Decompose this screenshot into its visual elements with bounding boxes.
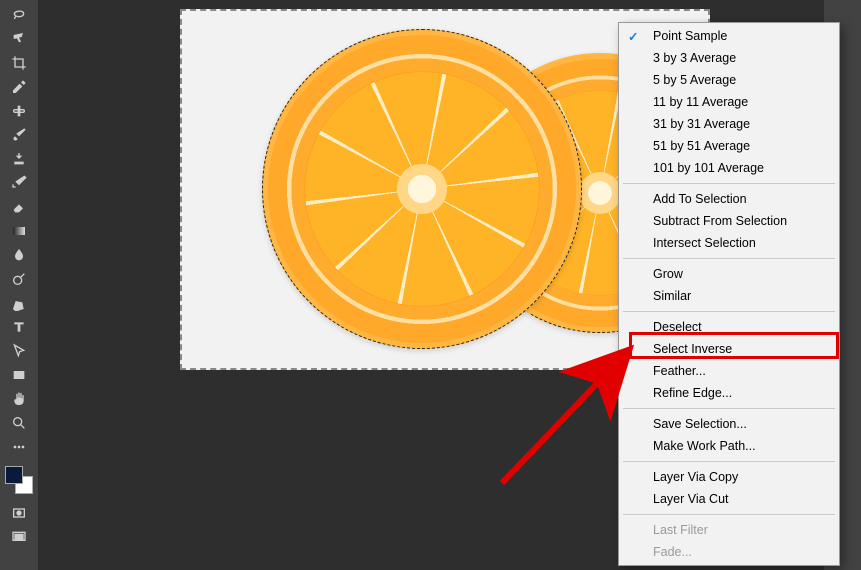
menu-item-label: Similar — [653, 289, 691, 303]
menu-item-label: Save Selection... — [653, 417, 747, 431]
zoom-tool-icon[interactable] — [5, 412, 33, 434]
dodge-tool-icon[interactable] — [5, 268, 33, 290]
menu-item-label: Last Filter — [653, 523, 708, 537]
menu-item-31-by-31-average[interactable]: 31 by 31 Average — [619, 113, 839, 135]
menu-item-add-to-selection[interactable]: Add To Selection — [619, 188, 839, 210]
menu-item-label: Layer Via Copy — [653, 470, 738, 484]
menu-item-51-by-51-average[interactable]: 51 by 51 Average — [619, 135, 839, 157]
screen-mode-icon[interactable] — [5, 526, 33, 548]
menu-item-11-by-11-average[interactable]: 11 by 11 Average — [619, 91, 839, 113]
menu-item-save-selection[interactable]: Save Selection... — [619, 413, 839, 435]
eraser-tool-icon[interactable] — [5, 196, 33, 218]
crop-tool-icon[interactable] — [5, 52, 33, 74]
menu-item-make-work-path[interactable]: Make Work Path... — [619, 435, 839, 457]
eyedropper-tool-icon[interactable] — [5, 76, 33, 98]
foreground-color-swatch[interactable] — [5, 466, 23, 484]
hand-tool-icon[interactable] — [5, 388, 33, 410]
menu-separator — [623, 514, 835, 515]
menu-item-label: 31 by 31 Average — [653, 117, 750, 131]
menu-item-label: Feather... — [653, 364, 706, 378]
menu-item-layer-via-copy[interactable]: Layer Via Copy — [619, 466, 839, 488]
blur-tool-icon[interactable] — [5, 244, 33, 266]
menu-item-label: Make Work Path... — [653, 439, 756, 453]
menu-item-label: 5 by 5 Average — [653, 73, 736, 87]
menu-item-select-inverse[interactable]: Select Inverse — [619, 338, 839, 360]
menu-item-deselect[interactable]: Deselect — [619, 316, 839, 338]
menu-item-label: 3 by 3 Average — [653, 51, 736, 65]
edit-toolbar-icon[interactable] — [5, 436, 33, 458]
menu-separator — [623, 183, 835, 184]
lasso-tool-icon[interactable] — [5, 4, 33, 26]
spot-healing-tool-icon[interactable] — [5, 100, 33, 122]
brush-tool-icon[interactable] — [5, 124, 33, 146]
menu-item-label: Grow — [653, 267, 683, 281]
menu-item-5-by-5-average[interactable]: 5 by 5 Average — [619, 69, 839, 91]
quick-selection-tool-icon[interactable] — [5, 28, 33, 50]
menu-separator — [623, 461, 835, 462]
toolbar[interactable] — [0, 0, 38, 570]
menu-item-refine-edge[interactable]: Refine Edge... — [619, 382, 839, 404]
menu-separator — [623, 408, 835, 409]
path-selection-tool-icon[interactable] — [5, 340, 33, 362]
menu-item-grow[interactable]: Grow — [619, 263, 839, 285]
menu-item-label: Deselect — [653, 320, 702, 334]
menu-item-label: Add To Selection — [653, 192, 747, 206]
menu-item-label: 11 by 11 Average — [653, 95, 748, 109]
menu-item-label: 51 by 51 Average — [653, 139, 750, 153]
menu-item-label: Layer Via Cut — [653, 492, 729, 506]
menu-separator — [623, 258, 835, 259]
menu-item-label: Subtract From Selection — [653, 214, 787, 228]
menu-item-label: 101 by 101 Average — [653, 161, 764, 175]
context-menu[interactable]: Point Sample 3 by 3 Average 5 by 5 Average… — [618, 22, 840, 566]
menu-item-last-filter: Last Filter — [619, 519, 839, 541]
menu-item-101-by-101-average[interactable]: 101 by 101 Average — [619, 157, 839, 179]
menu-item-label: Fade... — [653, 545, 692, 559]
gradient-tool-icon[interactable] — [5, 220, 33, 242]
history-brush-tool-icon[interactable] — [5, 172, 33, 194]
menu-separator — [623, 311, 835, 312]
menu-item-point-sample[interactable]: Point Sample — [619, 25, 839, 47]
menu-item-intersect-selection[interactable]: Intersect Selection — [619, 232, 839, 254]
menu-item-label: Point Sample — [653, 29, 727, 43]
menu-item-feather[interactable]: Feather... — [619, 360, 839, 382]
menu-item-3-by-3-average[interactable]: 3 by 3 Average — [619, 47, 839, 69]
rectangle-tool-icon[interactable] — [5, 364, 33, 386]
menu-item-label: Select Inverse — [653, 342, 732, 356]
menu-item-layer-via-cut[interactable]: Layer Via Cut — [619, 488, 839, 510]
menu-item-fade: Fade... — [619, 541, 839, 563]
quick-mask-icon[interactable] — [5, 502, 33, 524]
menu-item-label: Intersect Selection — [653, 236, 756, 250]
menu-item-label: Refine Edge... — [653, 386, 732, 400]
pen-tool-icon[interactable] — [5, 292, 33, 314]
menu-item-similar[interactable]: Similar — [619, 285, 839, 307]
clone-stamp-tool-icon[interactable] — [5, 148, 33, 170]
type-tool-icon[interactable] — [5, 316, 33, 338]
menu-item-subtract-from-selection[interactable]: Subtract From Selection — [619, 210, 839, 232]
color-swatches[interactable] — [5, 466, 33, 494]
